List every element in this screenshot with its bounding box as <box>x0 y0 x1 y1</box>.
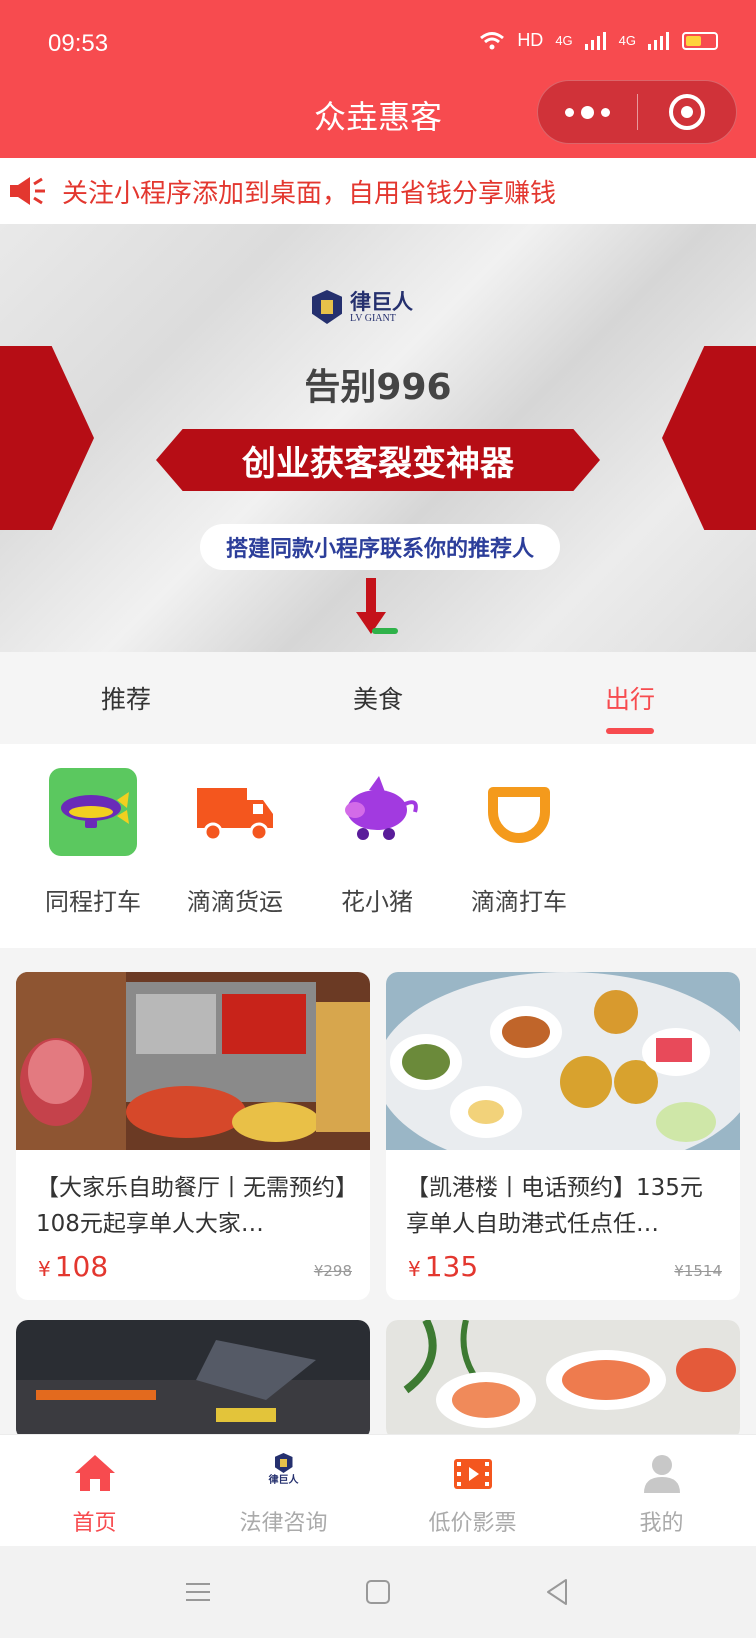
product-feed: 【大家乐自助餐厅丨无需预约】108元起享单人大家… ¥108 ¥298 【凯港楼… <box>0 948 756 1440</box>
truck-icon <box>191 768 279 856</box>
megaphone-icon <box>10 177 45 205</box>
product-title: 【大家乐自助餐厅丨无需预约】108元起享单人大家… <box>36 1175 347 1237</box>
tabbar-legal[interactable]: 律巨人 法律咨询 <box>189 1435 378 1546</box>
banner-subtitle-text: 搭建同款小程序联系你的推荐人 <box>225 537 534 562</box>
status-time: 09:53 <box>48 30 109 57</box>
banner-logo-en: LV GIANT <box>350 312 396 324</box>
product-card[interactable]: 【大家乐自助餐厅丨无需预约】108元起享单人大家… ¥108 ¥298 <box>16 972 370 1300</box>
user-icon <box>643 1455 680 1493</box>
product-card[interactable]: 【凯港楼丨电话预约】135元享单人自助港式任点任… ¥135 ¥1514 <box>386 972 740 1300</box>
banner-headline: 告别996 <box>304 367 452 408</box>
product-card[interactable] <box>16 1320 370 1440</box>
signal-1-icon <box>584 31 606 50</box>
service-label: 滴滴打车 <box>471 888 567 916</box>
mini-program-capsule <box>537 80 737 144</box>
tab-recommend[interactable]: 推荐 <box>0 652 252 744</box>
notice-text: 关注小程序添加到桌面，自用省钱分享赚钱 <box>62 178 557 209</box>
currency-symbol: ¥ <box>38 1257 51 1281</box>
product-original-price: ¥1514 <box>674 1262 722 1280</box>
system-nav-bar <box>0 1546 756 1638</box>
signal-2-label: 4G <box>618 33 636 48</box>
product-prices: ¥135 ¥1514 <box>386 1244 740 1283</box>
service-label: 同程打车 <box>45 888 141 916</box>
banner-ribbon-text: 创业获客裂变神器 <box>242 443 514 484</box>
banner-ribbon: 创业获客裂变神器 <box>156 429 600 491</box>
battery-level <box>686 35 702 46</box>
banner-logo: 律巨人 LV GIANT <box>312 290 413 324</box>
product-price: ¥135 <box>408 1250 478 1283</box>
tab-label: 推荐 <box>100 685 151 714</box>
home-icon <box>74 1455 115 1491</box>
service-tongcheng[interactable]: 同程打车 <box>22 768 164 917</box>
service-label: 滴滴货运 <box>187 888 283 916</box>
service-didi-taxi[interactable]: 滴滴打车 <box>448 768 590 917</box>
tab-food[interactable]: 美食 <box>252 652 504 744</box>
product-card[interactable] <box>386 1320 740 1440</box>
film-icon <box>453 1459 492 1489</box>
signal-1-label: 4G <box>555 33 573 48</box>
more-dots-icon[interactable] <box>538 80 637 144</box>
back-triangle-icon[interactable] <box>542 1576 574 1608</box>
product-image-hotpot <box>16 972 370 1150</box>
wifi-icon <box>480 31 505 49</box>
notice-bar[interactable]: 关注小程序添加到桌面，自用省钱分享赚钱 <box>0 158 756 224</box>
tabbar-logo-text: 律巨人 <box>268 1475 299 1486</box>
tab-label: 出行 <box>604 685 655 714</box>
status-icons: HD 4G 4G <box>479 30 718 51</box>
arrow-down-icon <box>356 578 386 634</box>
bottom-tab-bar: 首页 律巨人 法律咨询 低价影票 我的 <box>0 1434 756 1546</box>
service-label: 花小猪 <box>341 888 413 916</box>
price-value: 108 <box>54 1250 109 1283</box>
product-original-price: ¥298 <box>313 1262 352 1280</box>
service-grid: 同程打车 滴滴货运 花小猪 滴滴打车 <box>0 744 756 948</box>
pig-icon <box>333 768 421 856</box>
currency-symbol: ¥ <box>408 1257 421 1281</box>
tabbar-label: 我的 <box>639 1511 684 1536</box>
didi-icon <box>475 768 563 856</box>
product-prices: ¥108 ¥298 <box>16 1244 370 1283</box>
menu-icon[interactable] <box>182 1576 214 1608</box>
banner-logo-cn: 律巨人 <box>350 288 413 314</box>
tab-travel[interactable]: 出行 <box>504 652 756 744</box>
airship-icon <box>49 768 137 856</box>
tab-label: 美食 <box>352 685 403 714</box>
network-label: HD <box>517 30 544 50</box>
category-tabs: 推荐 美食 出行 <box>0 652 756 744</box>
battery-icon <box>682 31 718 50</box>
lvjuren-logo-icon: 律巨人 <box>263 1453 305 1493</box>
banner-indicator <box>372 628 398 634</box>
tabbar-me[interactable]: 我的 <box>567 1435 756 1546</box>
promo-banner[interactable]: 律巨人 LV GIANT 告别996 创业获客裂变神器 搭建同款小程序联系你的推… <box>0 224 756 652</box>
product-title: 【凯港楼丨电话预约】135元享单人自助港式任点任… <box>406 1175 703 1237</box>
shield-logo-icon <box>312 290 342 324</box>
service-huaxiaozhu[interactable]: 花小猪 <box>306 768 448 917</box>
banner-subtitle: 搭建同款小程序联系你的推荐人 <box>200 524 560 570</box>
tabbar-label: 首页 <box>72 1511 117 1536</box>
top-bar: 09:53 HD 4G 4G 众垚惠客 <box>0 0 756 158</box>
tabbar-label: 低价影票 <box>428 1511 517 1536</box>
product-image-dimsum <box>386 972 740 1150</box>
price-value: 135 <box>424 1250 479 1283</box>
product-image-seafood <box>386 1320 740 1440</box>
tabbar-tickets[interactable]: 低价影票 <box>378 1435 567 1546</box>
product-image-venue <box>16 1320 370 1440</box>
tabbar-home[interactable]: 首页 <box>0 1435 189 1546</box>
signal-2-icon <box>648 31 669 50</box>
target-close-icon[interactable] <box>637 80 736 144</box>
service-didi-freight[interactable]: 滴滴货运 <box>164 768 306 917</box>
product-price: ¥108 <box>38 1250 108 1283</box>
home-square-icon[interactable] <box>362 1576 394 1608</box>
tab-active-indicator <box>606 728 654 734</box>
tabbar-label: 法律咨询 <box>239 1511 328 1536</box>
